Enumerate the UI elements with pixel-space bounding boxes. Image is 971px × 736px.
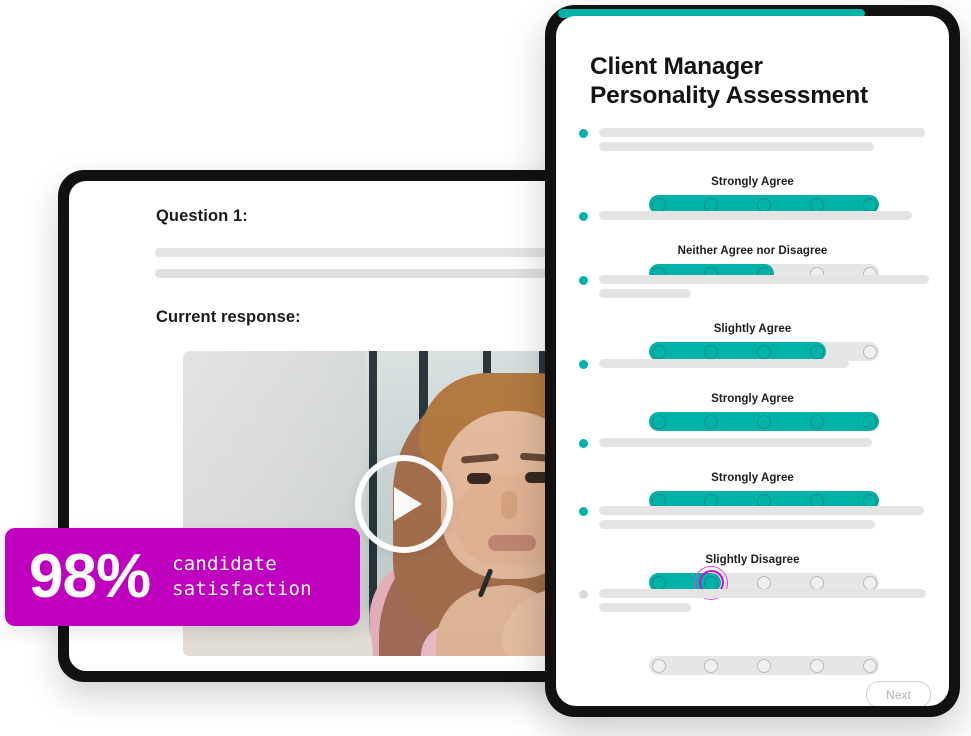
satisfaction-percentage: 98% <box>29 542 151 611</box>
play-triangle <box>393 486 422 521</box>
question-text-placeholder <box>599 506 924 515</box>
question-text-placeholder-line-2 <box>155 269 611 278</box>
question-text-placeholder <box>599 520 875 529</box>
page-title-line-1: Client Manager <box>590 53 763 80</box>
question-text-placeholder <box>599 275 929 284</box>
likert-slider-knob[interactable] <box>651 575 666 590</box>
page-title-line-2: Personality Assessment <box>590 82 868 110</box>
question-text-placeholder <box>599 438 872 447</box>
likert-slider-knob[interactable] <box>862 414 877 429</box>
question-text-placeholder <box>599 589 926 598</box>
likert-slider-knob[interactable] <box>862 658 877 673</box>
likert-slider-knob[interactable] <box>651 414 666 429</box>
question-label: Question 1: <box>156 207 248 225</box>
likert-slider[interactable] <box>649 656 879 675</box>
answer-label: Strongly Agree <box>711 393 794 405</box>
likert-slider[interactable] <box>649 412 879 431</box>
likert-slider-knob[interactable] <box>862 575 877 590</box>
question-status-answered-icon <box>579 276 588 285</box>
composition-stage: Question 1: Current response: 98% candid… <box>0 0 971 736</box>
question-text-placeholder <box>599 603 691 612</box>
likert-slider-knob[interactable] <box>757 575 771 590</box>
likert-slider-knob[interactable] <box>757 344 771 359</box>
likert-slider-knob[interactable] <box>862 197 877 212</box>
likert-slider-knob[interactable] <box>651 197 666 212</box>
likert-slider-knob[interactable] <box>704 414 719 429</box>
satisfaction-caption-line-1: candidate <box>172 552 277 575</box>
answer-label: Strongly Agree <box>711 176 794 188</box>
tablet-device-frame: Client Manager Personality Assessment St… <box>545 5 960 717</box>
likert-slider-knob[interactable] <box>757 197 771 212</box>
next-button[interactable]: Next <box>866 681 931 706</box>
likert-slider-knob[interactable] <box>809 658 824 673</box>
answer-label: Slightly Disagree <box>705 554 800 566</box>
likert-slider-knob[interactable] <box>757 414 771 429</box>
question-status-answered-icon <box>579 360 588 369</box>
assessment-screen: Client Manager Personality Assessment St… <box>556 16 949 706</box>
question-text-placeholder <box>599 289 691 298</box>
question-status-answered-icon <box>579 129 588 138</box>
likert-slider-knob[interactable] <box>704 344 719 359</box>
question-status-answered-icon <box>579 439 588 448</box>
play-icon[interactable] <box>355 454 453 553</box>
response-label: Current response: <box>156 308 301 326</box>
satisfaction-caption: candidate satisfaction <box>172 552 312 603</box>
satisfaction-caption-line-2: satisfaction <box>172 578 312 600</box>
question-status-unanswered-icon <box>579 590 588 599</box>
likert-slider-knob[interactable] <box>809 414 824 429</box>
question-text-placeholder <box>599 142 874 151</box>
likert-slider-knob[interactable] <box>651 344 666 359</box>
page-title: Client Manager Personality Assessment <box>590 52 920 111</box>
question-status-answered-icon <box>579 212 588 221</box>
likert-slider-knob[interactable] <box>651 658 666 673</box>
answer-label: Slightly Agree <box>713 323 792 335</box>
answer-label: Strongly Agree <box>711 472 794 484</box>
question-text-placeholder <box>599 128 925 137</box>
likert-slider-knob[interactable] <box>809 344 824 359</box>
question-status-answered-icon <box>579 507 588 516</box>
question-text-placeholder <box>599 359 849 368</box>
likert-slider-knob[interactable] <box>704 197 719 212</box>
question-text-placeholder <box>599 211 912 220</box>
likert-slider-knob[interactable] <box>809 575 824 590</box>
likert-slider-knob[interactable] <box>704 658 719 673</box>
question-text-placeholder-line-1 <box>155 248 611 257</box>
likert-slider-knob[interactable] <box>809 197 824 212</box>
likert-slider-knob[interactable] <box>862 344 877 359</box>
answer-label: Neither Agree nor Disagree <box>677 245 828 257</box>
candidate-satisfaction-badge: 98% candidate satisfaction <box>5 528 360 626</box>
likert-slider-knob[interactable] <box>757 658 771 673</box>
